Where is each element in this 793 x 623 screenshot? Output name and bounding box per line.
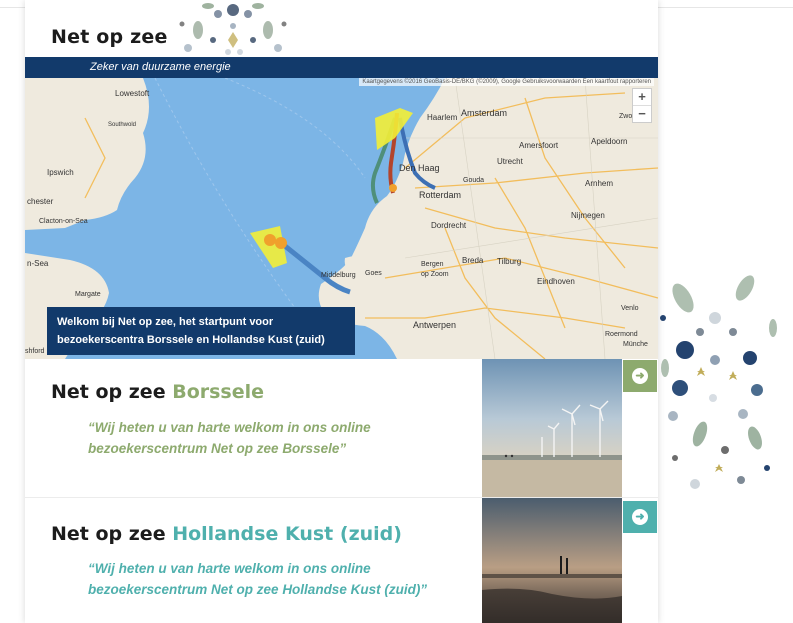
welcome-banner: Welkom bij Net op zee, het startpunt voo… [47, 307, 355, 355]
map-label-lowestoft: Lowestoft [115, 89, 150, 98]
welcome-line-2: bezoekerscentra Borssele en Hollandse Ku… [57, 334, 325, 346]
page-card: Net op zee Zeker van duurzame energie Lo… [25, 0, 658, 623]
map-label-bergen: Bergen [421, 261, 444, 268]
map-label-amsterdam: Amsterdam [461, 108, 507, 118]
zoom-in-icon[interactable]: + [633, 89, 651, 105]
map-label-onsea: n-Sea [27, 259, 49, 268]
section-quote: “Wij heten u van harte welkom in ons onl… [88, 558, 427, 600]
map-label-ipswich: Ipswich [47, 168, 74, 177]
decorative-pattern-icon [660, 275, 777, 489]
borssele-arrow-button[interactable]: ➜ [623, 360, 657, 392]
section-title[interactable]: Net op zee Borssele [51, 381, 264, 403]
borssele-photo [482, 359, 622, 497]
welcome-line-1: Welkom bij Net op zee, het startpunt voo… [57, 316, 274, 328]
section-title[interactable]: Net op zee Hollandse Kust (zuid) [51, 523, 402, 545]
arrow-right-icon: ➜ [635, 511, 645, 523]
map-label-roermond: Roermond [605, 331, 638, 338]
quote-line-1: “Wij heten u van harte welkom in ons onl… [88, 420, 371, 435]
map-label-clacton: Clacton-on-Sea [39, 218, 88, 225]
section-title-accent: Borssele [172, 381, 265, 403]
arrow-right-icon: ➜ [635, 370, 645, 382]
map-widget[interactable]: Lowestoft Southwold Ipswich chester Clac… [25, 78, 658, 359]
map-label-antwerpen: Antwerpen [413, 320, 456, 330]
map-label-eindhoven: Eindhoven [537, 277, 575, 286]
map-label-arnhem: Arnhem [585, 179, 613, 188]
map-label-tilburg: Tilburg [497, 257, 521, 266]
zoom-control: + − [632, 88, 652, 123]
map-label-gouda: Gouda [463, 177, 484, 184]
section-title-accent: Hollandse Kust (zuid) [172, 523, 402, 545]
quote-line-1: “Wij heten u van harte welkom in ons onl… [88, 561, 371, 576]
section-hollandse-kust[interactable]: Net op zee Hollandse Kust (zuid) “Wij he… [25, 497, 658, 623]
map-label-utrecht: Utrecht [497, 157, 524, 166]
section-title-prefix: Net op zee [51, 523, 166, 545]
map-label-nijmegen: Nijmegen [571, 211, 605, 220]
map-label-venlo: Venlo [621, 305, 639, 312]
decorative-pattern-icon [179, 3, 287, 55]
map-label-breda: Breda [462, 256, 484, 265]
map-label-margate: Margate [75, 291, 101, 298]
map-label-rotterdam: Rotterdam [419, 190, 461, 200]
section-quote: “Wij heten u van harte welkom in ons onl… [88, 417, 371, 459]
zoom-out-icon[interactable]: − [633, 106, 651, 122]
section-title-prefix: Net op zee [51, 381, 166, 403]
map-label-haarlem: Haarlem [427, 113, 458, 122]
quote-line-2: bezoekerscentrum Net op zee Hollandse Ku… [88, 582, 428, 597]
map-label-goes: Goes [365, 270, 382, 277]
map-label-monchen: Münche [623, 341, 648, 348]
site-logo[interactable]: Net op zee [51, 26, 168, 48]
map-label-opzoom: op Zoom [421, 271, 449, 278]
map-label-chester: chester [27, 197, 54, 206]
section-borssele[interactable]: Net op zee Borssele “Wij heten u van har… [25, 359, 658, 497]
tagline: Zeker van duurzame energie [90, 61, 231, 73]
map-label-apeldoorn: Apeldoorn [591, 137, 627, 146]
hollandse-kust-arrow-button[interactable]: ➜ [623, 501, 657, 533]
map-label-middelburg: Middelburg [321, 272, 356, 279]
map-label-southwold: Southwold [108, 122, 136, 128]
tagline-bar: Zeker van duurzame energie [25, 57, 658, 78]
map-label-dordrecht: Dordrecht [431, 221, 467, 230]
map-attribution[interactable]: Kaartgegevens ©2016 GeoBasis-DE/BKG (©20… [359, 78, 654, 86]
map-label-denhaag: Den Haag [399, 163, 440, 173]
hollandse-kust-photo [482, 498, 622, 623]
map-label-amersfoort: Amersfoort [519, 141, 559, 150]
quote-line-2: bezoekerscentrum Net op zee Borssele” [88, 441, 347, 456]
map-label-ashford: shford [25, 348, 45, 355]
